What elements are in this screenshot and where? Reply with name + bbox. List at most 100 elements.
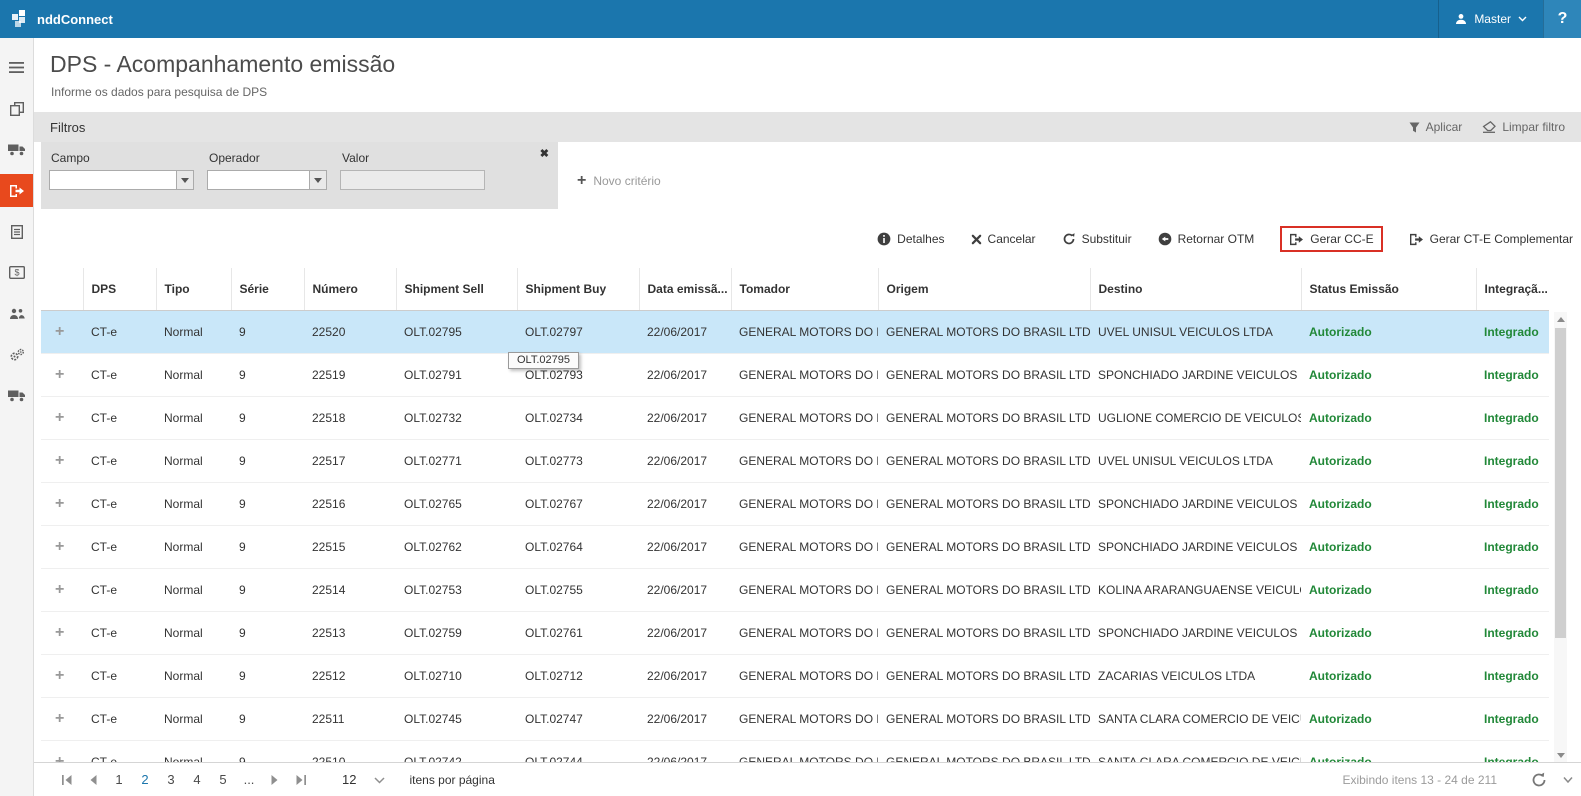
return-otm-button[interactable]: Retornar OTM bbox=[1158, 232, 1255, 246]
cell-integracao: Integrado bbox=[1476, 482, 1549, 525]
help-button[interactable]: ? bbox=[1543, 0, 1581, 38]
vertical-scrollbar[interactable] bbox=[1554, 312, 1567, 762]
table-row[interactable]: +CT-eNormal922515OLT.02762OLT.0276422/06… bbox=[41, 525, 1549, 568]
column-header-shipment_buy[interactable]: Shipment Buy bbox=[517, 268, 639, 310]
expand-row-icon[interactable]: + bbox=[49, 452, 64, 470]
expand-row-icon[interactable]: + bbox=[49, 624, 64, 642]
cell-expand: + bbox=[41, 697, 83, 740]
table-row[interactable]: +CT-eNormal922514OLT.02753OLT.0275522/06… bbox=[41, 568, 1549, 611]
results-table-area: DPSTipoSérieNúmeroShipment SellShipment … bbox=[41, 268, 1567, 762]
expand-row-icon[interactable]: + bbox=[49, 710, 64, 728]
sidebar-item-transport[interactable] bbox=[0, 133, 33, 166]
table-row[interactable]: +CT-eNormal922512OLT.02710OLT.0271222/06… bbox=[41, 654, 1549, 697]
table-row[interactable]: +CT-eNormal922510OLT.02742OLT.0274422/06… bbox=[41, 740, 1549, 762]
expand-row-icon[interactable]: + bbox=[49, 581, 64, 599]
prev-page-icon bbox=[89, 775, 97, 785]
sidebar-item-settings[interactable] bbox=[0, 338, 33, 371]
cancel-button[interactable]: Cancelar bbox=[971, 232, 1036, 246]
pagination-bar: 12345... 12 itens por página Exibindo it… bbox=[34, 762, 1581, 796]
substitute-button[interactable]: Substituir bbox=[1062, 232, 1132, 246]
sidebar-item-billing[interactable]: $ bbox=[0, 256, 33, 289]
column-header-status_emissao[interactable]: Status Emissão bbox=[1301, 268, 1476, 310]
scroll-down-icon[interactable] bbox=[1554, 748, 1567, 762]
clear-filter-button[interactable]: Limpar filtro bbox=[1482, 120, 1565, 134]
column-header-numero[interactable]: Número bbox=[304, 268, 396, 310]
sidebar-item-users[interactable] bbox=[0, 297, 33, 330]
prev-page-button[interactable] bbox=[80, 769, 106, 791]
column-header-origem[interactable]: Origem bbox=[878, 268, 1090, 310]
help-icon: ? bbox=[1558, 10, 1568, 28]
cell-tipo: Normal bbox=[156, 740, 231, 762]
apply-filter-button[interactable]: Aplicar bbox=[1409, 120, 1463, 134]
cell-expand: + bbox=[41, 568, 83, 611]
cell-status_emissao: Autorizado bbox=[1301, 611, 1476, 654]
value-input[interactable] bbox=[340, 170, 485, 190]
cell-serie: 9 bbox=[231, 439, 304, 482]
sidebar-item-reports[interactable] bbox=[0, 215, 33, 248]
cell-destino: SPONCHIADO JARDINE VEICULOS LT... bbox=[1090, 482, 1301, 525]
cell-expand: + bbox=[41, 525, 83, 568]
cell-dps: CT-e bbox=[83, 482, 156, 525]
table-row[interactable]: +CT-eNormal922513OLT.02759OLT.0276122/06… bbox=[41, 611, 1549, 654]
cell-numero: 22514 bbox=[304, 568, 396, 611]
page-subtitle: Informe os dados para pesquisa de DPS bbox=[34, 78, 1581, 99]
expand-row-icon[interactable]: + bbox=[49, 366, 64, 384]
generate-cte-complementar-button[interactable]: Gerar CT-E Complementar bbox=[1409, 232, 1573, 246]
sidebar-item-documents[interactable] bbox=[0, 92, 33, 125]
column-header-destino[interactable]: Destino bbox=[1090, 268, 1301, 310]
column-header-shipment_sell[interactable]: Shipment Sell bbox=[396, 268, 517, 310]
column-header-tipo[interactable]: Tipo bbox=[156, 268, 231, 310]
first-page-button[interactable] bbox=[54, 769, 80, 791]
table-row[interactable]: +CT-eNormal922519OLT.02791OLT.0279322/06… bbox=[41, 353, 1549, 396]
page-number-3[interactable]: 3 bbox=[158, 772, 184, 787]
scrollbar-thumb[interactable] bbox=[1555, 328, 1566, 638]
table-row[interactable]: +CT-eNormal922511OLT.02745OLT.0274722/06… bbox=[41, 697, 1549, 740]
cell-tipo: Normal bbox=[156, 654, 231, 697]
generate-cce-button[interactable]: Gerar CC-E bbox=[1289, 232, 1373, 246]
cell-dps: CT-e bbox=[83, 740, 156, 762]
column-header-data_emissao[interactable]: Data emissã... bbox=[639, 268, 731, 310]
table-row[interactable]: +CT-eNormal922518OLT.02732OLT.0273422/06… bbox=[41, 396, 1549, 439]
page-number-4[interactable]: 4 bbox=[184, 772, 210, 787]
sidebar-item-dps-emission[interactable] bbox=[0, 174, 33, 207]
cell-integracao: Integrado bbox=[1476, 525, 1549, 568]
expand-row-icon[interactable]: + bbox=[49, 753, 64, 763]
refresh-icon bbox=[1062, 232, 1076, 246]
table-row[interactable]: +CT-eNormal922517OLT.02771OLT.0277322/06… bbox=[41, 439, 1549, 482]
scroll-up-icon[interactable] bbox=[1554, 312, 1567, 326]
cell-data_emissao: 22/06/2017 bbox=[639, 525, 731, 568]
table-row[interactable]: +CT-eNormal922516OLT.02765OLT.0276722/06… bbox=[41, 482, 1549, 525]
next-page-button[interactable] bbox=[262, 769, 288, 791]
remove-criteria-icon[interactable]: ✖ bbox=[540, 147, 549, 160]
expand-row-icon[interactable]: + bbox=[49, 667, 64, 685]
details-button[interactable]: Detalhes bbox=[877, 232, 944, 246]
cell-tipo: Normal bbox=[156, 353, 231, 396]
page-list: 12345... bbox=[106, 772, 262, 787]
page-number-5[interactable]: 5 bbox=[210, 772, 236, 787]
column-header-expand[interactable] bbox=[41, 268, 83, 310]
page-number-1[interactable]: 1 bbox=[106, 772, 132, 787]
field-select[interactable] bbox=[49, 170, 194, 190]
column-header-dps[interactable]: DPS bbox=[83, 268, 156, 310]
sidebar-item-menu[interactable] bbox=[0, 51, 33, 84]
page-scroll-down-icon[interactable] bbox=[1563, 777, 1573, 783]
sidebar-item-fleet[interactable] bbox=[0, 379, 33, 412]
logo-icon bbox=[12, 10, 30, 28]
column-header-integracao[interactable]: Integraçã... bbox=[1476, 268, 1549, 310]
expand-row-icon[interactable]: + bbox=[49, 538, 64, 556]
page-number-2[interactable]: 2 bbox=[132, 772, 158, 787]
operator-select[interactable] bbox=[207, 170, 327, 190]
table-row[interactable]: +CT-eNormal922520OLT.02795OLT.0279722/06… bbox=[41, 310, 1549, 353]
user-menu[interactable]: Master bbox=[1438, 0, 1543, 38]
page-size-dropdown[interactable]: 12 bbox=[342, 772, 385, 787]
last-page-button[interactable] bbox=[288, 769, 314, 791]
column-header-serie[interactable]: Série bbox=[231, 268, 304, 310]
expand-row-icon[interactable]: + bbox=[49, 495, 64, 513]
expand-row-icon[interactable]: + bbox=[49, 323, 64, 341]
column-header-tomador[interactable]: Tomador bbox=[731, 268, 878, 310]
cell-shipment_sell: OLT.02710 bbox=[396, 654, 517, 697]
new-criteria-button[interactable]: + Novo critério bbox=[577, 174, 661, 188]
expand-row-icon[interactable]: + bbox=[49, 409, 64, 427]
refresh-button[interactable] bbox=[1531, 772, 1547, 788]
cell-destino: UGLIONE COMERCIO DE VEICULOS L... bbox=[1090, 396, 1301, 439]
